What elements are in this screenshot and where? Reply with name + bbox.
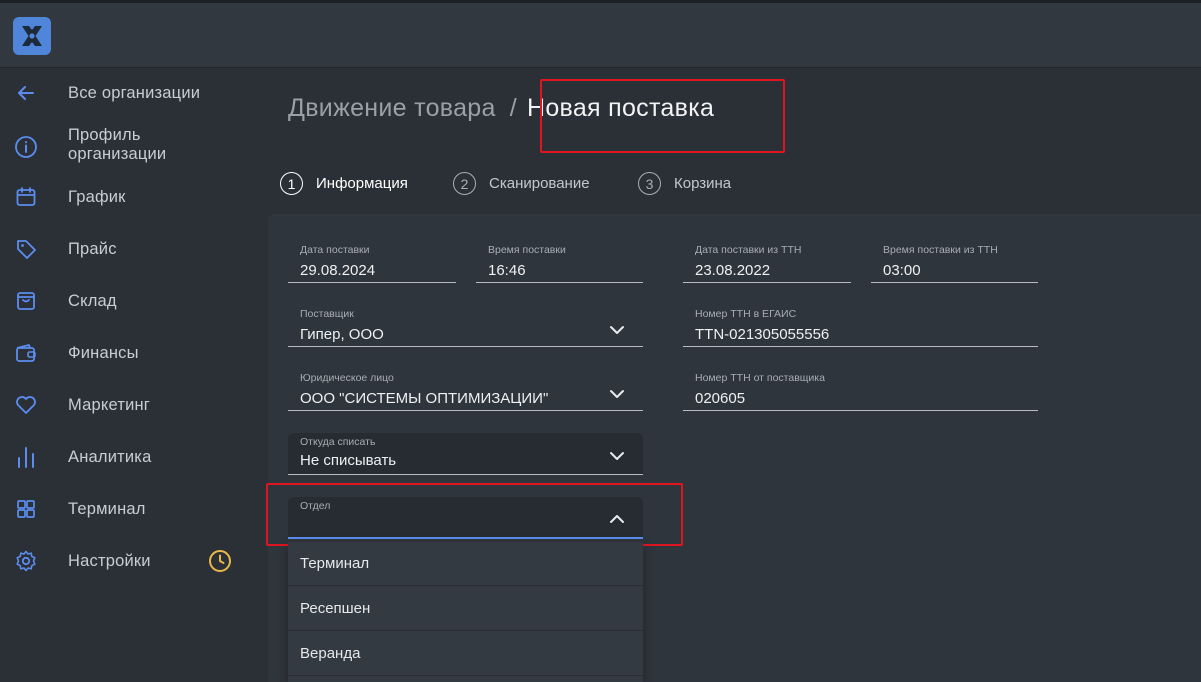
box-icon — [13, 288, 39, 314]
grid-icon — [13, 496, 39, 522]
dropdown-option-veranda[interactable]: Веранда — [288, 632, 643, 676]
gear-icon — [13, 548, 39, 574]
breadcrumb-separator: / — [509, 94, 517, 122]
field-label: Дата поставки — [300, 244, 370, 256]
egais-ttn-field[interactable]: Номер ТТН в ЕГАИС TTN-021305055556 — [683, 300, 1038, 347]
sidebar-item-label: График — [68, 188, 126, 206]
tag-icon — [13, 236, 39, 262]
chevron-down-icon — [610, 390, 624, 398]
field-label: Откуда списать — [300, 436, 376, 448]
sidebar-item-analytics[interactable]: Аналитика — [0, 444, 250, 470]
calendar-icon — [13, 184, 39, 210]
field-label: Время поставки из ТТН — [883, 244, 998, 256]
field-value: Не списывать — [300, 452, 397, 469]
sidebar-item-label: Финансы — [68, 344, 139, 362]
step-number: 1 — [280, 172, 303, 195]
bar-chart-icon — [13, 444, 39, 470]
step-information[interactable]: 1 Информация — [280, 172, 408, 195]
app-logo-icon[interactable] — [13, 17, 51, 55]
dropdown-option-terminal[interactable]: Терминал — [288, 542, 643, 586]
field-label: Дата поставки из ТТН — [695, 244, 802, 256]
sidebar-item-organization-profile[interactable]: Профиль организации — [0, 126, 250, 166]
write-off-from-select[interactable]: Откуда списать Не списывать — [288, 433, 643, 475]
breadcrumb: Движение товара / Новая поставка — [288, 94, 714, 123]
sidebar-item-label: Прайс — [68, 240, 117, 258]
clock-icon[interactable] — [207, 548, 233, 574]
field-value: 03:00 — [883, 262, 921, 279]
field-label: Номер ТТН от поставщика — [695, 372, 825, 384]
sidebar-item-label: Аналитика — [68, 448, 152, 466]
sidebar: Все организации Профиль организации Граф… — [0, 68, 250, 682]
option-label: Терминал — [300, 555, 370, 572]
field-value: 16:46 — [488, 262, 526, 279]
page-title: Новая поставка — [526, 94, 715, 122]
field-value: TTN-021305055556 — [695, 326, 830, 343]
field-value: 23.08.2022 — [695, 262, 771, 279]
legal-entity-select[interactable]: Юридическое лицо ООО "СИСТЕМЫ ОПТИМИЗАЦИ… — [288, 364, 643, 411]
chevron-down-icon — [610, 326, 624, 334]
dropdown-option-reception[interactable]: Ресепшен — [288, 587, 643, 631]
chevron-down-icon — [610, 452, 624, 460]
info-icon — [13, 134, 39, 160]
field-value: 29.08.2024 — [300, 262, 376, 279]
field-label: Отдел — [300, 500, 331, 512]
heart-icon — [13, 392, 39, 418]
sidebar-item-label: Настройки — [68, 552, 151, 570]
step-label: Информация — [316, 175, 408, 192]
step-cart[interactable]: 3 Корзина — [638, 172, 731, 195]
field-label: Поставщик — [300, 308, 354, 320]
sidebar-item-marketing[interactable]: Маркетинг — [0, 392, 250, 418]
ttn-date-field[interactable]: Дата поставки из ТТН 23.08.2022 — [683, 236, 851, 283]
department-select[interactable]: Отдел — [288, 497, 643, 539]
sidebar-item-warehouse[interactable]: Склад — [0, 288, 250, 314]
step-label: Корзина — [674, 175, 732, 192]
supplier-select[interactable]: Поставщик Гипер, ООО — [288, 300, 643, 347]
step-scanning[interactable]: 2 Сканирование — [453, 172, 590, 195]
sidebar-item-all-organizations[interactable]: Все организации — [0, 80, 250, 106]
sidebar-item-schedule[interactable]: График — [0, 184, 250, 210]
field-value: ООО "СИСТЕМЫ ОПТИМИЗАЦИИ" — [300, 390, 549, 407]
arrow-left-icon — [13, 80, 39, 106]
option-label: Веранда — [300, 645, 361, 662]
delivery-date-field[interactable]: Дата поставки 29.08.2024 — [288, 236, 456, 283]
sidebar-item-price[interactable]: Прайс — [0, 236, 250, 262]
sidebar-item-label: Профиль организации — [68, 126, 167, 163]
chevron-up-icon — [610, 515, 624, 523]
field-value: 020605 — [695, 390, 746, 407]
department-dropdown: Терминал Ресепшен Веранда — [288, 542, 643, 682]
sidebar-item-label: Склад — [68, 292, 117, 310]
sidebar-item-label: Терминал — [68, 500, 146, 518]
breadcrumb-parent[interactable]: Движение товара — [288, 94, 496, 122]
field-label: Номер ТТН в ЕГАИС — [695, 308, 797, 320]
sidebar-item-label: Все организации — [68, 84, 201, 102]
step-number: 2 — [453, 172, 476, 195]
step-number: 3 — [638, 172, 661, 195]
field-value: Гипер, ООО — [300, 326, 384, 343]
field-label: Время поставки — [488, 244, 566, 256]
field-label: Юридическое лицо — [300, 372, 394, 384]
step-label: Сканирование — [489, 175, 590, 192]
sidebar-item-label: Маркетинг — [68, 396, 151, 414]
sidebar-item-terminal[interactable]: Терминал — [0, 496, 250, 522]
supplier-ttn-field[interactable]: Номер ТТН от поставщика 020605 — [683, 364, 1038, 411]
wallet-icon — [13, 340, 39, 366]
sidebar-item-finance[interactable]: Финансы — [0, 340, 250, 366]
ttn-time-field[interactable]: Время поставки из ТТН 03:00 — [871, 236, 1038, 283]
delivery-time-field[interactable]: Время поставки 16:46 — [476, 236, 643, 283]
top-bar — [0, 0, 1201, 68]
option-label: Ресепшен — [300, 600, 371, 617]
